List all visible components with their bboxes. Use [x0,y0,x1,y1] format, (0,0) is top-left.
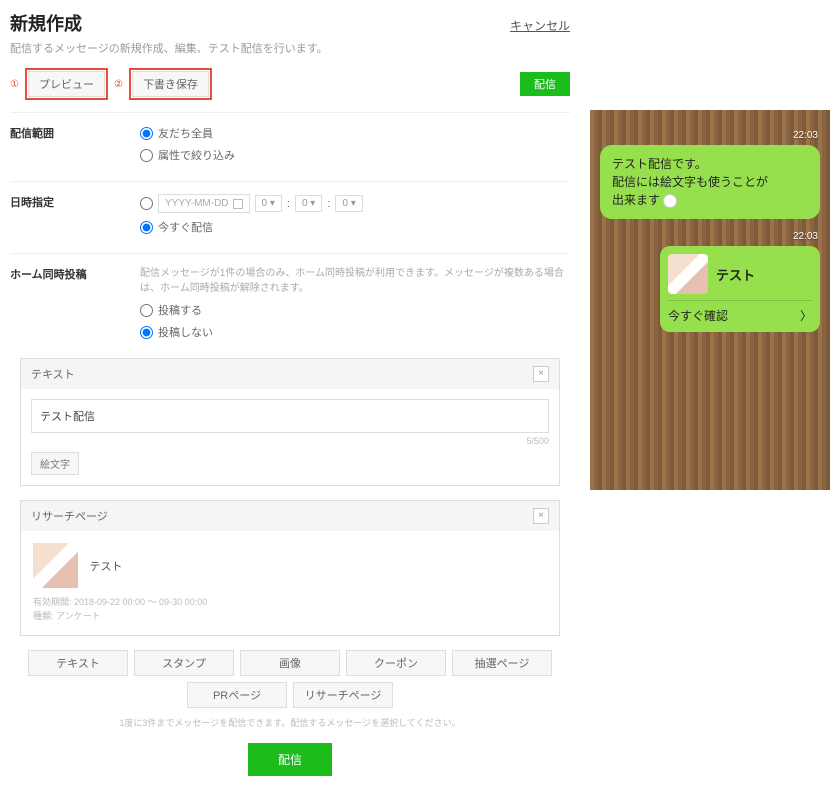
timeline-nopost-radio[interactable] [140,326,153,339]
send-button-top[interactable]: 配信 [520,72,570,96]
calendar-icon [233,199,243,209]
text-panel-close[interactable]: × [533,366,549,382]
timeline-post-radio[interactable] [140,304,153,317]
card-thumb [668,254,708,294]
chat-time-1: 22:03 [600,130,820,141]
range-all-radio[interactable] [140,127,153,140]
research-period: 有効期間: 2018-09-22 00:00 ～ 09-30 00:00 [33,596,547,610]
message-textarea[interactable]: テスト配信 [31,399,549,433]
date-input[interactable]: YYYY-MM-DD [158,194,250,213]
add-lottery-button[interactable]: 抽選ページ [452,650,552,676]
research-panel: リサーチページ × テスト 有効期間: 2018-09-22 00:00 ～ 0… [20,500,560,636]
page-title: 新規作成 [10,10,82,36]
schedule-label: 日時指定 [10,194,120,241]
page-subtitle: 配信するメッセージの新規作成、編集、テスト配信を行います。 [10,40,570,56]
add-pr-button[interactable]: PRページ [187,682,287,708]
timeline-label: ホーム同時投稿 [10,266,120,346]
chat-time-2: 22:03 [600,231,820,242]
preview-button[interactable]: プレビュー [28,71,105,97]
add-research-button[interactable]: リサーチページ [293,682,393,708]
second-select[interactable]: 0 ▾ [335,195,362,212]
card-title: テスト [716,265,755,284]
range-all-label: 友だち全員 [158,125,213,141]
emoji-button[interactable]: 絵文字 [31,452,79,475]
chat-card: テスト 今すぐ確認 〉 [660,246,820,332]
annotation-1: ① [10,79,19,90]
add-text-button[interactable]: テキスト [28,650,128,676]
add-image-button[interactable]: 画像 [240,650,340,676]
annotation-2: ② [114,79,123,90]
minute-select[interactable]: 0 ▾ [295,195,322,212]
cancel-link[interactable]: キャンセル [510,17,570,34]
chevron-right-icon: 〉 [800,307,812,324]
add-stamp-button[interactable]: スタンプ [134,650,234,676]
card-action-button[interactable]: 今すぐ確認 〉 [668,300,812,324]
chat-bubble-1: テスト配信です。 配信には絵文字も使うことが 出来ます [600,145,820,219]
highlight-box-1: プレビュー [25,68,108,100]
schedule-now-radio[interactable] [140,221,153,234]
grid-hint: 1度に3件までメッセージを配信できます。配信するメッセージを選択してください。 [10,716,570,729]
range-filter-radio[interactable] [140,149,153,162]
save-draft-button[interactable]: 下書き保存 [132,71,209,97]
highlight-box-2: 下書き保存 [129,68,212,100]
timeline-hint: 配信メッセージが1件の場合のみ、ホーム同時投稿が利用できます。メッセージが複数あ… [140,266,570,296]
send-button-bottom[interactable]: 配信 [248,743,332,776]
timeline-post-label: 投稿する [158,302,202,318]
smile-emoji-icon [663,194,677,208]
research-title: テスト [89,558,122,574]
timeline-nopost-label: 投稿しない [158,324,213,340]
add-coupon-button[interactable]: クーポン [346,650,446,676]
research-panel-close[interactable]: × [533,508,549,524]
research-type: 種類: アンケート [33,610,547,624]
hour-select[interactable]: 0 ▾ [255,195,282,212]
range-filter-label: 属性で絞り込み [158,147,235,163]
text-panel-title: テキスト [31,366,75,382]
schedule-date-radio[interactable] [140,197,153,210]
range-label: 配信範囲 [10,125,120,169]
char-count: 5/500 [31,436,549,446]
phone-preview: 22:03 テスト配信です。 配信には絵文字も使うことが 出来ます 22:03 … [590,110,830,490]
research-panel-title: リサーチページ [31,508,108,524]
schedule-now-label: 今すぐ配信 [158,219,213,235]
research-thumb [33,543,78,588]
text-panel: テキスト × テスト配信 5/500 絵文字 [20,358,560,486]
